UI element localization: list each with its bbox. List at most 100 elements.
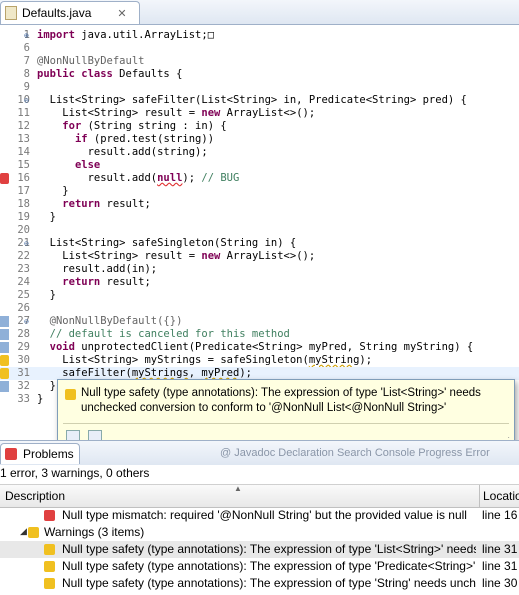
expand-icon[interactable]: ⊕ (24, 29, 29, 42)
tab-title: Defaults.java (22, 6, 92, 20)
code-line[interactable]: 30 List<String> myStrings = safeSingleto… (0, 354, 519, 367)
problem-description: Null type safety (type annotations): The… (62, 576, 476, 590)
collapse-icon[interactable]: ⊖ (24, 315, 29, 328)
code-line[interactable]: 11 List<String> result = new ArrayList<>… (0, 107, 519, 120)
code-line[interactable]: 13 if (pred.test(string)) (0, 133, 519, 146)
line-number: 22 (17, 250, 30, 262)
column-divider[interactable] (479, 485, 480, 507)
code-text: import java.util.ArrayList;□ (37, 29, 214, 42)
code-line[interactable]: 17 } (0, 185, 519, 198)
code-line[interactable]: 7 @NonNullByDefault (0, 55, 519, 68)
change-marker[interactable] (0, 381, 9, 392)
sort-arrow-icon: ▲ (234, 484, 242, 493)
line-number: 29 (17, 341, 30, 353)
tab-problems-label: Problems (23, 447, 74, 461)
close-icon[interactable]: ✕ (117, 7, 126, 20)
warning-marker-icon[interactable] (0, 368, 9, 379)
problem-group-row[interactable]: ◢ Warnings (3 items) (0, 524, 519, 541)
error-marker-icon[interactable] (0, 173, 9, 184)
code-token: new (201, 107, 221, 119)
code-line[interactable]: 24 return result; (0, 276, 519, 289)
code-token: result; (100, 276, 151, 288)
line-number: 26 (17, 302, 30, 314)
code-line[interactable]: 18 return result; (0, 198, 519, 211)
line-number: 7 (23, 55, 30, 67)
warning-icon (65, 389, 76, 400)
problem-row[interactable]: Null type safety (type annotations): The… (0, 541, 519, 558)
code-token: } (37, 380, 56, 392)
warning-icon (44, 561, 55, 572)
code-line[interactable]: 9 (0, 81, 519, 94)
tooltip-message: Null type safety (type annotations): The… (81, 386, 506, 416)
collapse-icon[interactable]: ⊖ (24, 94, 29, 107)
code-text: void unprotectedClient(Predicate<String>… (37, 341, 474, 354)
code-line[interactable]: 15 else (0, 159, 519, 172)
code-line[interactable]: 10 ⊖ List<String> safeFilter(List<String>… (0, 94, 519, 107)
tab-defaults-java[interactable]: Defaults.java ✕ (0, 1, 140, 24)
problem-location: line 31 (482, 542, 518, 556)
code-line[interactable]: 23 result.add(in); (0, 263, 519, 276)
problems-icon (5, 448, 17, 460)
problems-table-header: ▲ Description Location (0, 484, 519, 508)
code-token: import (37, 29, 75, 41)
code-token: for (62, 120, 82, 132)
code-line[interactable]: 27 ⊖ @NonNullByDefault({}) (0, 315, 519, 328)
change-marker[interactable] (0, 329, 9, 340)
tooltip-line-2: unchecked conversion to conform to '@Non… (81, 402, 447, 414)
code-text: } (37, 289, 56, 302)
code-line[interactable]: 8 public class Defaults { (0, 68, 519, 81)
line-number: 13 (17, 133, 30, 145)
code-text: List<String> result = new ArrayList<>(); (37, 250, 315, 263)
code-line[interactable]: 29 void unprotectedClient(Predicate<Stri… (0, 341, 519, 354)
code-token: result; (100, 198, 151, 210)
column-description[interactable]: Description (5, 489, 65, 503)
line-number: 12 (17, 120, 30, 132)
code-line[interactable]: 14 result.add(string); (0, 146, 519, 159)
code-token: myStrings (131, 367, 189, 379)
line-number: 9 (23, 81, 30, 93)
column-location[interactable]: Location (483, 489, 519, 503)
code-token: new (201, 250, 221, 262)
code-token: java.util.ArrayList; (74, 29, 208, 41)
error-icon (44, 510, 55, 521)
problem-description: Warnings (3 items) (44, 525, 145, 539)
code-token: List<String> safeFilter(List<String> in,… (37, 94, 467, 106)
code-token: ); (239, 367, 252, 379)
warning-marker-icon[interactable] (0, 355, 9, 366)
code-line[interactable]: 12 for (String string : in) { (0, 120, 519, 133)
change-marker[interactable] (0, 342, 9, 353)
code-token: // default is canceled for this method (37, 328, 290, 340)
tab-problems[interactable]: Problems (0, 443, 80, 464)
code-text: } (37, 211, 56, 224)
problem-row[interactable]: Null type safety (type annotations): The… (0, 558, 519, 575)
code-line[interactable]: 20 (0, 224, 519, 237)
code-line[interactable]: 16 result.add(null); // BUG (0, 172, 519, 185)
code-line[interactable]: 19 } (0, 211, 519, 224)
code-token: □ (207, 29, 215, 41)
warning-icon (44, 578, 55, 589)
problem-row[interactable]: Null type mismatch: required '@NonNull S… (0, 507, 519, 524)
code-text: List<String> result = new ArrayList<>(); (37, 107, 315, 120)
code-text: } (37, 185, 68, 198)
java-file-icon (5, 6, 17, 20)
change-marker[interactable] (0, 316, 9, 327)
code-token: ); (359, 354, 373, 366)
code-line[interactable]: 26 (0, 302, 519, 315)
problem-row[interactable]: Null type safety (type annotations): The… (0, 575, 519, 592)
code-line[interactable]: 1 ⊕ import java.util.ArrayList;□ (0, 29, 519, 42)
code-line[interactable]: 25 } (0, 289, 519, 302)
editor-tab-bar: Defaults.java ✕ (0, 0, 519, 25)
warning-icon (28, 527, 39, 538)
code-editor[interactable]: 1 ⊕ import java.util.ArrayList;□ 6 7 @NonNull… (0, 25, 519, 435)
collapse-icon[interactable]: ⊖ (24, 237, 29, 250)
code-line[interactable]: 28 // default is canceled for this metho… (0, 328, 519, 341)
other-view-tabs[interactable]: @ Javadoc Declaration Search Console Pro… (220, 447, 490, 459)
code-line[interactable]: 6 (0, 42, 519, 55)
code-line[interactable]: 22 List<String> result = new ArrayList<>… (0, 250, 519, 263)
line-number: 6 (23, 42, 30, 54)
collapse-icon[interactable]: ◢ (20, 526, 27, 537)
code-line[interactable]: 21 ⊖ List<String> safeSingleton(String in… (0, 237, 519, 250)
code-token: null (157, 172, 183, 184)
